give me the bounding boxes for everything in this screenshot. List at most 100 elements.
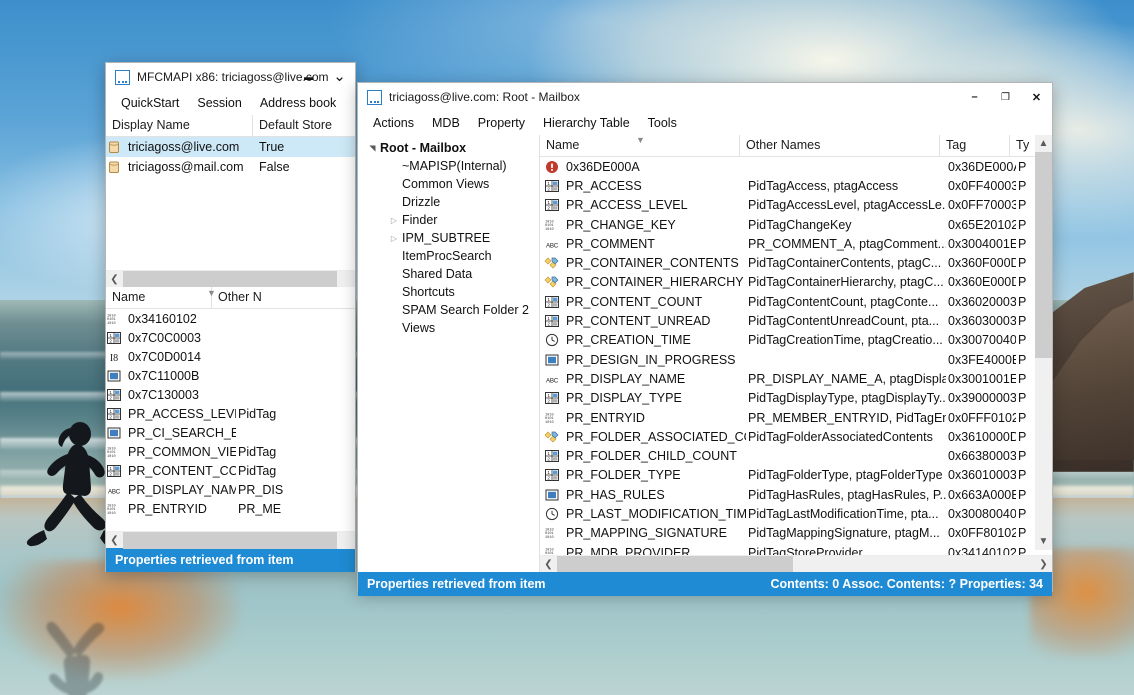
hscroll-thumb[interactable]	[123, 531, 337, 549]
hscroll-thumb[interactable]	[123, 270, 337, 288]
menu-hierarchy-table[interactable]: Hierarchy Table	[534, 113, 639, 133]
tree-item-spam-search-folder-2[interactable]: SPAM Search Folder 2	[358, 301, 539, 319]
stores-list[interactable]: triciagoss@live.com True triciagoss@mail.c…	[106, 137, 355, 177]
window1-stores-hscroll[interactable]: ❮	[106, 270, 355, 288]
vscroll-track[interactable]	[1035, 358, 1052, 533]
window1-controls[interactable]: ▬ ⌄	[293, 63, 355, 91]
stores-header[interactable]: Display Name Default Store	[106, 115, 355, 137]
table-row[interactable]: I8 0x7C0D0014	[106, 347, 355, 366]
scroll-down-icon[interactable]: ▼	[1035, 533, 1052, 550]
menu-mdb[interactable]: MDB	[423, 113, 469, 133]
window1-titlebar[interactable]: MFCMAPI x86: triciagoss@live.com ▬ ⌄	[106, 63, 355, 91]
property-table-vscroll[interactable]: ▲ ▼	[1035, 135, 1052, 550]
tree-item-itemprocsearch[interactable]: ItemProcSearch	[358, 247, 539, 265]
table-row[interactable]: 1 2 PR_CONTENT_COUNT PidTagContentCount, pt…	[540, 292, 1052, 311]
twisty-expanded-icon[interactable]: ◢	[368, 140, 377, 156]
table-row[interactable]: PR_DESIGN_IN_PROGRESS 0x3FE4000B P	[540, 350, 1052, 369]
table-row[interactable]: 1 2 PR_FOLDER_CHILD_COUNT 0x66380003 P	[540, 446, 1052, 465]
table-row[interactable]: PR_CONTAINER_HIERARCHY PidTagContainerHie…	[540, 273, 1052, 292]
table-row[interactable]: ABC PR_DISPLAY_NAME PR_DIS	[106, 480, 355, 499]
window2-menubar[interactable]: Actions MDB Property Hierarchy Table Too…	[358, 111, 1052, 135]
table-row[interactable]: 1 2 PR_FOLDER_TYPE PidTagFolderType, ptagFo…	[540, 466, 1052, 485]
window1-stores-pane[interactable]: Display Name Default Store triciagoss@li…	[106, 115, 355, 270]
menu-actions[interactable]: Actions	[364, 113, 423, 133]
table-row[interactable]: PR_CI_SEARCH_ENABLED	[106, 423, 355, 442]
table-row[interactable]: PR_FOLDER_ASSOCIATED_CON...PidTagFolderA…	[540, 427, 1052, 446]
hscroll-track[interactable]	[337, 531, 355, 549]
property-table-rows[interactable]: 0x36DE000A 0x36DE000A P 1 2 PR_ACCESS PidTagAc…	[540, 157, 1052, 562]
twisty-collapsed-icon[interactable]: ▷	[386, 216, 402, 225]
table-row[interactable]: 1 2 PR_ACCESS_LEVEL PidTagAccessLevel, ptag…	[540, 196, 1052, 215]
table-row[interactable]: ABC PR_DISPLAY_NAME PR_DISPLAY_NAME_A, pta…	[540, 369, 1052, 388]
properties-header[interactable]: Name Other N ▼	[106, 287, 355, 309]
table-row[interactable]: PR_CONTAINER_CONTENTS PidTagContainerCont…	[540, 253, 1052, 272]
hscroll-track[interactable]	[793, 555, 1035, 572]
store-row[interactable]: triciagoss@mail.com False	[106, 157, 355, 177]
chevron-down-icon[interactable]: ⌄	[324, 63, 355, 91]
minimize-button[interactable]: –	[959, 83, 990, 111]
table-row[interactable]: PR_CREATION_TIME PidTagCreationTime, ptag…	[540, 331, 1052, 350]
menu-tools[interactable]: Tools	[639, 113, 686, 133]
table-row[interactable]: 1010 0101 1010 0x34160102	[106, 309, 355, 328]
menu-address-book[interactable]: Address book	[251, 93, 345, 113]
store-row[interactable]: triciagoss@live.com True	[106, 137, 355, 157]
hierarchy-tree[interactable]: ◢ Root - Mailbox ~MAPISP(Internal) Common V…	[358, 139, 539, 337]
tree-item-views[interactable]: Views	[358, 319, 539, 337]
window2-titlebar[interactable]: triciagoss@live.com: Root - Mailbox – ❐ …	[358, 83, 1052, 111]
tree-item-ipm-subtree[interactable]: ▷ IPM_SUBTREE	[358, 229, 539, 247]
close-button[interactable]: ✕	[1021, 83, 1052, 111]
restore-button[interactable]: ▬	[293, 63, 324, 91]
tree-item-shared-data[interactable]: Shared Data	[358, 265, 539, 283]
tree-item-root-mailbox[interactable]: ◢ Root - Mailbox	[358, 139, 539, 157]
table-row[interactable]: 1 2 PR_DISPLAY_TYPE PidTagDisplayType, ptag…	[540, 389, 1052, 408]
table-row[interactable]: 101001011010 PR_COMMON_VIEWS_ENTRYIDPidTa…	[106, 442, 355, 461]
twisty-collapsed-icon[interactable]: ▷	[386, 234, 402, 243]
table-row[interactable]: 1010 0101 1010 PR_MAPPING_SIGNATURE PidTagMa…	[540, 524, 1052, 543]
scroll-up-icon[interactable]: ▲	[1035, 135, 1052, 152]
table-row[interactable]: 1 2 0x7C130003	[106, 385, 355, 404]
hscroll-thumb[interactable]	[557, 555, 793, 572]
window1-properties-pane[interactable]: Name Other N ▼ 1010 0101 1010 0x34160102 1 2 0…	[106, 287, 355, 531]
col-name[interactable]: Name	[106, 287, 212, 309]
table-row[interactable]: 1 2 PR_CONTENT_UNREAD PidTagContentUnreadCo…	[540, 311, 1052, 330]
property-table-hscroll[interactable]: ❮ ❯	[540, 555, 1052, 572]
window1-properties-hscroll[interactable]: ❮	[106, 531, 355, 549]
table-row[interactable]: ABC PR_COMMENT PR_COMMENT_A, ptagComment..…	[540, 234, 1052, 253]
table-row[interactable]: 0x7C11000B	[106, 366, 355, 385]
table-row[interactable]: 1010 0101 1010 PR_CHANGE_KEY PidTagChangeKey…	[540, 215, 1052, 234]
table-row[interactable]: 1010 0101 1010 PR_ENTRYID PR_ME	[106, 499, 355, 518]
scroll-left-icon[interactable]: ❮	[106, 271, 123, 288]
table-row[interactable]: 0x36DE000A 0x36DE000A P	[540, 157, 1052, 176]
window1-menubar[interactable]: QuickStart Session Address book	[106, 91, 355, 115]
tree-item-shortcuts[interactable]: Shortcuts	[358, 283, 539, 301]
hierarchy-tree-pane[interactable]: ◢ Root - Mailbox ~MAPISP(Internal) Common V…	[358, 135, 539, 572]
scroll-left-icon[interactable]: ❮	[106, 532, 123, 549]
menu-property[interactable]: Property	[469, 113, 534, 133]
col-other-names[interactable]: Other Names	[740, 135, 940, 157]
tree-item-common-views[interactable]: Common Views	[358, 175, 539, 193]
table-row[interactable]: PR_HAS_RULES PidTagHasRules, ptagHasRules…	[540, 485, 1052, 504]
window-mfcmapi-main[interactable]: MFCMAPI x86: triciagoss@live.com ▬ ⌄ Qui…	[105, 62, 356, 572]
window2-controls[interactable]: – ❐ ✕	[959, 83, 1052, 111]
window-root-mailbox[interactable]: triciagoss@live.com: Root - Mailbox – ❐ …	[357, 82, 1053, 596]
tree-item-finder[interactable]: ▷ Finder	[358, 211, 539, 229]
col-other-names[interactable]: Other N	[212, 287, 355, 309]
menu-session[interactable]: Session	[188, 93, 250, 113]
scroll-left-icon[interactable]: ❮	[540, 556, 557, 573]
col-default-store[interactable]: Default Store	[253, 115, 355, 137]
tree-item-drizzle[interactable]: Drizzle	[358, 193, 539, 211]
vscroll-thumb[interactable]	[1035, 152, 1052, 358]
property-table-header[interactable]: Name Other Names Tag Ty ▼	[540, 135, 1052, 157]
menu-quickstart[interactable]: QuickStart	[112, 93, 188, 113]
col-tag[interactable]: Tag	[940, 135, 1010, 157]
table-row[interactable]: 1 2 0x7C0C0003	[106, 328, 355, 347]
property-table-pane[interactable]: Name Other Names Tag Ty ▼ 0x36DE000A 0x36…	[539, 135, 1052, 572]
table-row[interactable]: 12 PR_CONTENT_COUNTPidTag	[106, 461, 355, 480]
table-row[interactable]: 12 PR_ACCESS_LEVELPidTag	[106, 404, 355, 423]
table-row[interactable]: 1 2 PR_ACCESS PidTagAccess, ptagAccess 0x0FF…	[540, 176, 1052, 195]
col-display-name[interactable]: Display Name	[106, 115, 253, 137]
table-row[interactable]: 1010 0101 1010 PR_ENTRYID PR_MEMBER_ENTRYID,…	[540, 408, 1052, 427]
maximize-button[interactable]: ❐	[990, 83, 1021, 111]
tree-item-mapisp-internal[interactable]: ~MAPISP(Internal)	[358, 157, 539, 175]
properties-list[interactable]: 1010 0101 1010 0x34160102 1 2 0x7C0C0003 I8 0x7C…	[106, 309, 355, 518]
